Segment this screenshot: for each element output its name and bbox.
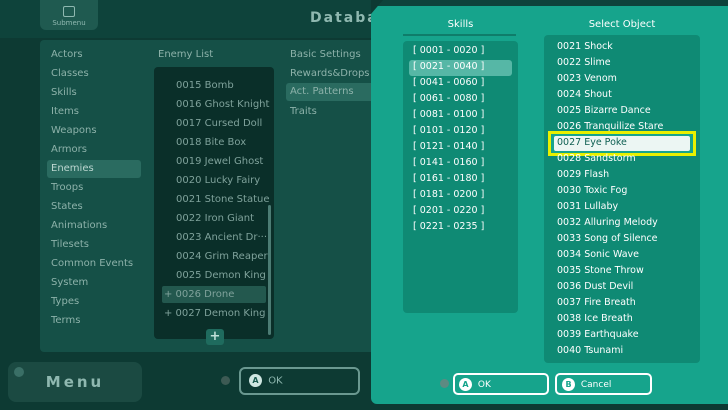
dialog-corner: [371, 0, 383, 14]
category-items[interactable]: Items: [51, 106, 79, 117]
add-enemy-button[interactable]: +: [206, 329, 224, 345]
category-types[interactable]: Types: [51, 296, 79, 307]
menu-label: Menu: [45, 373, 105, 391]
skills-title-underline: [403, 34, 516, 36]
tab-traits[interactable]: Traits: [290, 106, 317, 117]
object-item[interactable]: 0025 Bizarre Dance: [557, 105, 651, 116]
enemy-item[interactable]: 0024 Grim Reaper: [176, 251, 268, 262]
x-button-icon: [221, 376, 230, 385]
object-item[interactable]: 0038 Ice Breath: [557, 313, 633, 324]
enemy-item[interactable]: 0020 Lucky Fairy: [176, 175, 260, 186]
x-button-icon: [440, 379, 449, 388]
category-weapons[interactable]: Weapons: [51, 125, 97, 136]
object-item[interactable]: 0037 Fire Breath: [557, 297, 636, 308]
category-states[interactable]: States: [51, 201, 83, 212]
skill-range-item[interactable]: [ 0061 - 0080 ]: [413, 93, 484, 104]
skill-range-item[interactable]: [ 0001 - 0020 ]: [413, 45, 484, 56]
enemy-item[interactable]: 0018 Bite Box: [176, 137, 246, 148]
enemy-item[interactable]: 0021 Stone Statue: [176, 194, 270, 205]
tab-basic-settings[interactable]: Basic Settings: [290, 49, 361, 60]
enemy-item[interactable]: 0019 Jewel Ghost: [176, 156, 263, 167]
skill-range-item[interactable]: [ 0181 - 0200 ]: [413, 189, 484, 200]
object-item[interactable]: 0030 Toxic Fog: [557, 185, 627, 196]
object-item[interactable]: 0032 Alluring Melody: [557, 217, 658, 228]
category-terms[interactable]: Terms: [51, 315, 80, 326]
skill-range-item[interactable]: [ 0201 - 0220 ]: [413, 205, 484, 216]
object-item[interactable]: 0036 Dust Devil: [557, 281, 633, 292]
a-button-icon: A: [249, 374, 262, 387]
object-item[interactable]: 0033 Song of Silence: [557, 233, 658, 244]
category-enemies[interactable]: Enemies: [47, 160, 141, 178]
object-item[interactable]: 0021 Shock: [557, 41, 613, 52]
enemy-list-header: Enemy List: [158, 49, 214, 60]
skill-range-item[interactable]: [ 0161 - 0180 ]: [413, 173, 484, 184]
tab-rewards-drops[interactable]: Rewards&Drops: [290, 68, 370, 79]
skill-range-item-selected[interactable]: [ 0021 - 0040 ]: [409, 60, 512, 76]
category-system[interactable]: System: [51, 277, 88, 288]
enemy-item[interactable]: + 0027 Demon King: [164, 308, 265, 319]
enemy-item[interactable]: 0025 Demon King: [176, 270, 266, 281]
enemy-item[interactable]: 0016 Ghost Knight: [176, 99, 269, 110]
submenu-button[interactable]: Submenu: [40, 0, 98, 30]
category-classes[interactable]: Classes: [51, 68, 89, 79]
object-item[interactable]: 0034 Sonic Wave: [557, 249, 639, 260]
object-item[interactable]: 0028 Sandstorm: [557, 153, 636, 164]
object-item[interactable]: 0031 Lullaby: [557, 201, 618, 212]
object-item[interactable]: 0029 Flash: [557, 169, 609, 180]
ok-label: OK: [268, 375, 283, 387]
category-skills[interactable]: Skills: [51, 87, 77, 98]
category-troops[interactable]: Troops: [51, 182, 83, 193]
enemy-item[interactable]: 0017 Cursed Doll: [176, 118, 262, 129]
skill-range-item[interactable]: [ 0141 - 0160 ]: [413, 157, 484, 168]
category-tilesets[interactable]: Tilesets: [51, 239, 89, 250]
skill-range-item[interactable]: [ 0121 - 0140 ]: [413, 141, 484, 152]
object-item[interactable]: 0022 Slime: [557, 57, 611, 68]
menu-button[interactable]: Menu: [8, 362, 142, 402]
select-object-title: Select Object: [588, 19, 656, 30]
enemy-item[interactable]: 0022 Iron Giant: [176, 213, 254, 224]
b-button-icon: B: [562, 378, 575, 391]
skill-range-item[interactable]: [ 0041 - 0060 ]: [413, 77, 484, 88]
enemy-item[interactable]: 0015 Bomb: [176, 80, 234, 91]
a-button-icon: A: [459, 378, 472, 391]
object-item[interactable]: 0024 Shout: [557, 89, 612, 100]
skills-title: Skills: [447, 19, 474, 30]
cancel-label: Cancel: [580, 380, 612, 390]
selected-object-label: 0027 Eye Poke: [554, 136, 690, 151]
object-item[interactable]: 0040 Tsunami: [557, 345, 623, 356]
category-common-events[interactable]: Common Events: [51, 258, 133, 269]
submenu-icon: [63, 6, 75, 17]
submenu-label: Submenu: [52, 19, 86, 27]
background-ok-button[interactable]: A OK: [239, 367, 360, 395]
enemy-item[interactable]: 0023 Ancient Dr···: [176, 232, 267, 243]
category-armors[interactable]: Armors: [51, 144, 87, 155]
minus-icon: [14, 367, 24, 377]
category-actors[interactable]: Actors: [51, 49, 83, 60]
object-item[interactable]: 0039 Earthquake: [557, 329, 639, 340]
enemy-list-scrollbar[interactable]: [268, 205, 271, 335]
ok-button[interactable]: A OK: [453, 373, 549, 395]
object-item[interactable]: 0023 Venom: [557, 73, 617, 84]
enemy-item-selected[interactable]: + 0026 Drone: [162, 286, 266, 303]
skill-range-item[interactable]: [ 0221 - 0235 ]: [413, 221, 484, 232]
skill-range-item[interactable]: [ 0081 - 0100 ]: [413, 109, 484, 120]
object-item[interactable]: 0035 Stone Throw: [557, 265, 644, 276]
category-animations[interactable]: Animations: [51, 220, 107, 231]
skill-range-item[interactable]: [ 0101 - 0120 ]: [413, 125, 484, 136]
tab-act-patterns[interactable]: Act. Patterns: [286, 83, 376, 101]
cancel-button[interactable]: B Cancel: [555, 373, 652, 395]
ok-label: OK: [477, 380, 491, 390]
